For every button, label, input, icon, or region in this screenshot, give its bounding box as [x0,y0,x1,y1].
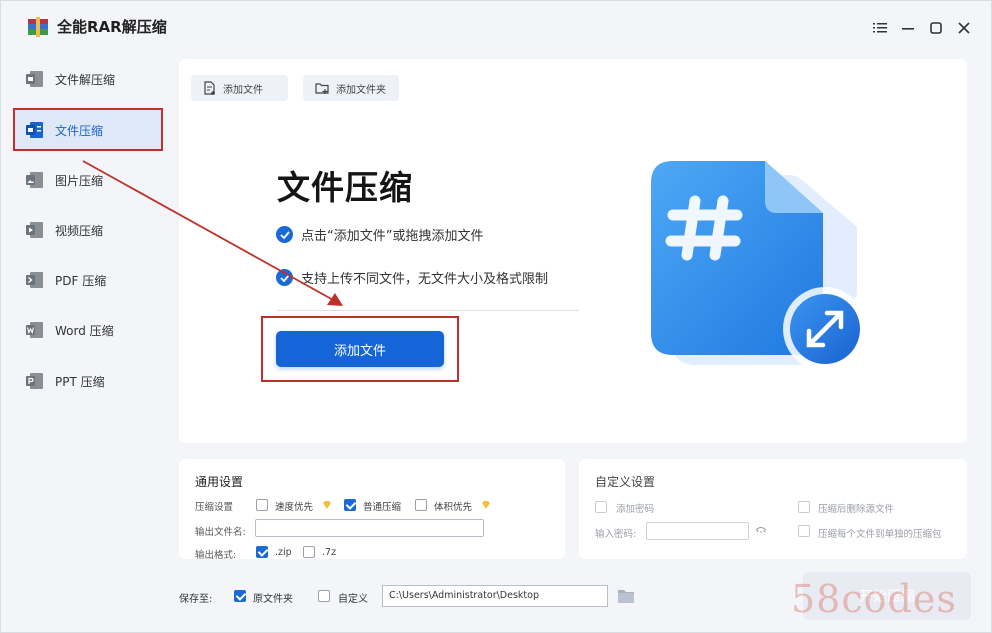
sidebar-item-label: PPT 压缩 [55,374,105,389]
add-file-toolbar-label: 添加文件 [223,84,263,96]
delete-source-checkbox[interactable] [798,501,810,513]
ppt-icon [26,373,43,389]
sidebar-item-label: Word 压缩 [55,323,114,338]
custom-folder-checkbox[interactable] [318,590,330,602]
sidebar-item-label: 文件解压缩 [55,72,116,87]
format-7z-checkbox[interactable] [303,546,315,558]
annotation-highlight-sidebar [13,108,163,151]
feature-text: 点击“添加文件”或拖拽添加文件 [301,229,484,244]
save-path-input[interactable]: C:\Users\Administrator\Desktop [382,585,608,607]
output-name-input[interactable] [255,519,484,537]
password-input[interactable] [646,522,749,540]
add-password-label: 添加密码 [616,504,655,515]
separate-archives-checkbox[interactable] [798,525,810,537]
speed-first-label: 速度优先 [275,502,314,513]
watermark: 58codes [791,577,957,621]
eye-icon[interactable] [755,526,767,534]
password-label: 输入密码: [595,529,637,540]
menu-icon[interactable] [871,19,889,37]
add-folder-toolbar-label: 添加文件夹 [336,84,386,96]
feature-item: 点击“添加文件”或拖拽添加文件 [276,225,483,244]
format-zip-checkbox[interactable] [256,546,268,558]
output-format-label: 输出格式: [195,550,237,561]
source-folder-label: 原文件夹 [253,594,293,605]
video-icon [26,222,43,238]
speed-first-checkbox[interactable] [256,499,268,511]
check-circle-icon [276,226,293,243]
page-title: 文件压缩 [277,168,413,207]
minimize-icon[interactable] [899,19,917,37]
output-name-label: 输出文件名: [195,527,246,538]
check-circle-icon [276,269,293,286]
divider [277,310,579,311]
add-folder-toolbar-button[interactable]: 添加文件夹 [303,75,399,101]
normal-compress-checkbox[interactable] [344,499,356,511]
general-settings-title: 通用设置 [195,475,244,489]
app-logo-icon [28,17,48,37]
title-bar: 全能RAR解压缩 [1,1,991,55]
compressed-file-illustration [651,161,867,371]
sidebar-item-image[interactable]: 图片压缩 [15,160,161,200]
sidebar-item-video[interactable]: 视频压缩 [15,210,161,250]
sidebar-item-word[interactable]: Word 压缩 [15,310,161,350]
add-folder-icon [315,83,329,94]
folder-icon[interactable] [617,588,635,604]
feature-item: 支持上传不同文件，无文件大小及格式限制 [276,268,548,287]
save-to-label: 保存至: [179,594,213,605]
add-password-checkbox[interactable] [595,501,607,513]
format-7z-label: .7z [322,547,337,558]
add-file-icon [204,80,215,95]
sidebar-item-unzip[interactable]: 文件解压缩 [15,59,161,99]
size-first-label: 体积优先 [434,502,473,513]
custom-folder-label: 自定义 [338,594,368,605]
app-title: 全能RAR解压缩 [57,18,167,36]
add-file-toolbar-button[interactable]: 添加文件 [191,75,288,101]
compress-setting-label: 压缩设置 [195,502,234,513]
sidebar-item-label: 图片压缩 [55,173,104,188]
word-icon [26,322,43,338]
pdf-icon [26,272,43,288]
format-zip-label: .zip [275,547,292,558]
sidebar-item-ppt[interactable]: PPT 压缩 [15,361,161,401]
sidebar-item-pdf[interactable]: PDF 压缩 [15,260,161,300]
delete-source-label: 压缩后删除源文件 [818,504,895,515]
custom-settings-panel: 自定义设置 添加密码 输入密码: 压缩后删除源文件 压缩每个文件到单独的压缩包 [579,459,967,559]
annotation-highlight-button [261,316,459,382]
close-icon[interactable] [955,19,973,37]
vip-gem-icon [323,501,331,509]
source-folder-checkbox[interactable] [234,590,246,602]
size-first-checkbox[interactable] [415,499,427,511]
app-window: 全能RAR解压缩 文件解压缩 文件压缩 图片压缩 视频压缩 PDF 压缩 Wor… [0,0,992,633]
drop-zone-card[interactable]: 添加文件 添加文件夹 文件压缩 点击“添加文件”或拖拽添加文件 支持上传不同文件… [179,59,967,443]
image-icon [26,172,43,188]
separate-archives-label: 压缩每个文件到单独的压缩包 [818,529,942,540]
normal-compress-label: 普通压缩 [363,502,402,513]
unzip-icon [26,71,43,87]
sidebar-item-label: 视频压缩 [55,223,104,238]
vip-gem-icon [482,501,490,509]
maximize-icon[interactable] [927,19,945,37]
sidebar-item-label: PDF 压缩 [55,273,107,288]
general-settings-panel: 通用设置 压缩设置 速度优先 普通压缩 体积优先 输出文件名: 输出格式: .z… [179,459,565,561]
feature-text: 支持上传不同文件，无文件大小及格式限制 [301,272,549,287]
custom-settings-title: 自定义设置 [595,475,656,489]
